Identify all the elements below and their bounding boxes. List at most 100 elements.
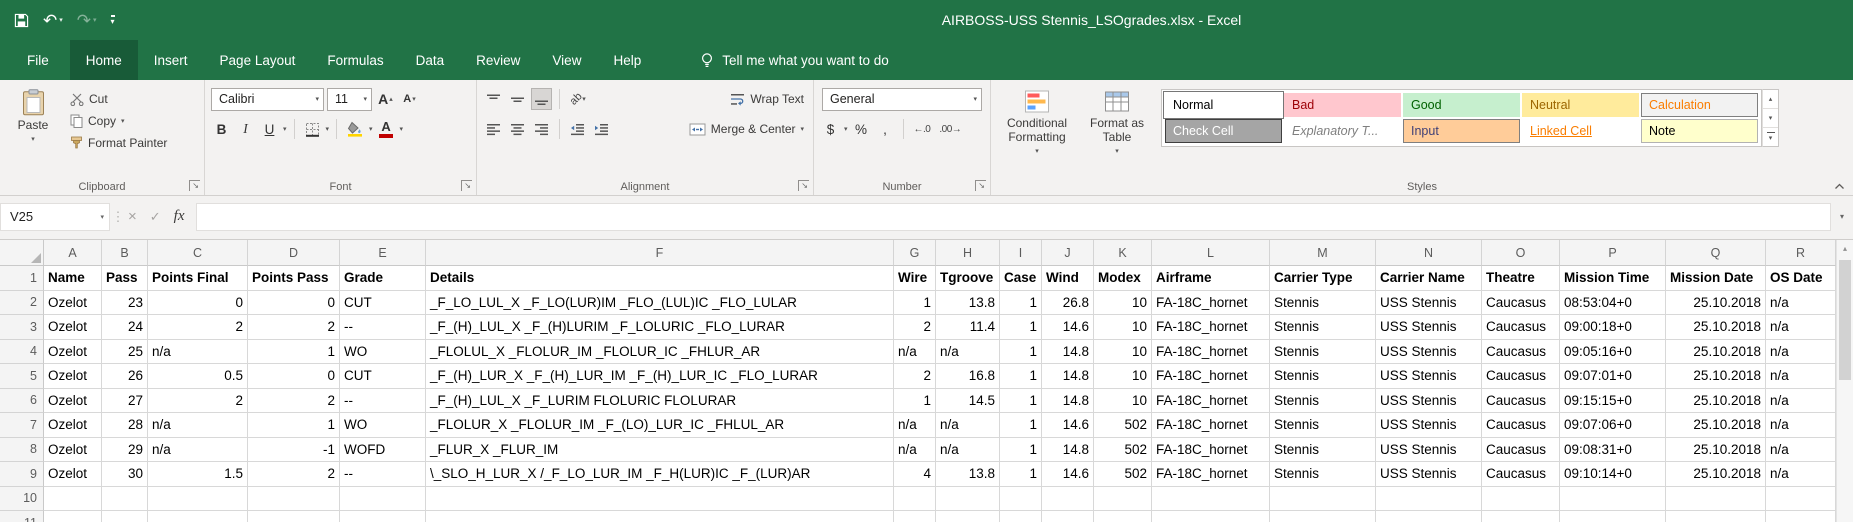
cell-B2[interactable]: 23 xyxy=(102,291,148,316)
cell-I7[interactable]: 1 xyxy=(1000,413,1042,438)
conditional-formatting-button[interactable]: Conditional Formatting ▾ xyxy=(997,84,1077,157)
cell-I3[interactable]: 1 xyxy=(1000,315,1042,340)
top-align-button[interactable] xyxy=(483,88,504,110)
cell-K5[interactable]: 10 xyxy=(1094,364,1152,389)
cell-H4[interactable]: n/a xyxy=(936,340,1000,365)
align-left-button[interactable] xyxy=(483,118,504,140)
cell-F4[interactable]: _FLOLUL_X _FLOLUR_IM _FLOLUR_IC _FHLUR_A… xyxy=(426,340,894,365)
cell-E11[interactable] xyxy=(340,511,426,522)
font-color-button[interactable]: A xyxy=(376,118,397,140)
cell-P10[interactable] xyxy=(1560,487,1666,512)
clipboard-dialog-launcher[interactable]: ↘ xyxy=(189,180,200,191)
cell-I1[interactable]: Case xyxy=(1000,266,1042,291)
cell-B4[interactable]: 25 xyxy=(102,340,148,365)
increase-decimal-button[interactable]: ←.0 xyxy=(911,118,934,140)
cell-P7[interactable]: 09:07:06+0 xyxy=(1560,413,1666,438)
cell-I6[interactable]: 1 xyxy=(1000,389,1042,414)
select-all-button[interactable] xyxy=(0,240,44,266)
cell-C11[interactable] xyxy=(148,511,248,522)
cell-D8[interactable]: -1 xyxy=(248,438,340,463)
cell-F10[interactable] xyxy=(426,487,894,512)
cell-A6[interactable]: Ozelot xyxy=(44,389,102,414)
cell-B1[interactable]: Pass xyxy=(102,266,148,291)
cell-style-linked-cell[interactable]: Linked Cell xyxy=(1522,119,1639,143)
underline-dropdown-arrow[interactable]: ▾ xyxy=(283,126,287,133)
cell-P4[interactable]: 09:05:16+0 xyxy=(1560,340,1666,365)
cell-K1[interactable]: Modex xyxy=(1094,266,1152,291)
cell-K7[interactable]: 502 xyxy=(1094,413,1152,438)
cell-G6[interactable]: 1 xyxy=(894,389,936,414)
cell-R4[interactable]: n/a xyxy=(1766,340,1836,365)
cell-F11[interactable] xyxy=(426,511,894,522)
cell-D1[interactable]: Points Pass xyxy=(248,266,340,291)
cell-Q9[interactable]: 25.10.2018 xyxy=(1666,462,1766,487)
tab-home[interactable]: Home xyxy=(70,40,138,80)
cell-M8[interactable]: Stennis xyxy=(1270,438,1376,463)
cell-L8[interactable]: FA-18C_hornet xyxy=(1152,438,1270,463)
cell-G7[interactable]: n/a xyxy=(894,413,936,438)
gallery-scroll-up-button[interactable]: ▴ xyxy=(1763,90,1778,108)
cell-B3[interactable]: 24 xyxy=(102,315,148,340)
cell-style-normal[interactable]: Normal xyxy=(1165,93,1282,117)
cell-K10[interactable] xyxy=(1094,487,1152,512)
cell-H1[interactable]: Tgroove xyxy=(936,266,1000,291)
cell-O7[interactable]: Caucasus xyxy=(1482,413,1560,438)
cell-F7[interactable]: _FLOLUR_X _FLOLUR_IM _F_(LO)_LUR_IC _FHL… xyxy=(426,413,894,438)
cell-J3[interactable]: 14.6 xyxy=(1042,315,1094,340)
gallery-scroll-down-button[interactable]: ▾ xyxy=(1763,108,1778,127)
cell-N4[interactable]: USS Stennis xyxy=(1376,340,1482,365)
cell-F8[interactable]: _FLUR_X _FLUR_IM xyxy=(426,438,894,463)
tab-tell-me-what-you-want-to-do[interactable]: Tell me what you want to do xyxy=(685,40,905,80)
row-header-7[interactable]: 7 xyxy=(0,413,44,438)
column-header-E[interactable]: E xyxy=(340,240,426,266)
column-header-F[interactable]: F xyxy=(426,240,894,266)
cell-R10[interactable] xyxy=(1766,487,1836,512)
cell-L6[interactable]: FA-18C_hornet xyxy=(1152,389,1270,414)
column-header-P[interactable]: P xyxy=(1560,240,1666,266)
cell-N8[interactable]: USS Stennis xyxy=(1376,438,1482,463)
cell-N1[interactable]: Carrier Name xyxy=(1376,266,1482,291)
save-button[interactable] xyxy=(14,13,29,28)
cell-A8[interactable]: Ozelot xyxy=(44,438,102,463)
font-size-select[interactable]: 11 ▾ xyxy=(327,88,372,111)
column-header-K[interactable]: K xyxy=(1094,240,1152,266)
cell-B8[interactable]: 29 xyxy=(102,438,148,463)
cell-N2[interactable]: USS Stennis xyxy=(1376,291,1482,316)
cell-C5[interactable]: 0.5 xyxy=(148,364,248,389)
cell-K6[interactable]: 10 xyxy=(1094,389,1152,414)
percent-style-button[interactable]: % xyxy=(851,118,872,140)
cell-E8[interactable]: WOFD xyxy=(340,438,426,463)
cell-E7[interactable]: WO xyxy=(340,413,426,438)
cell-C3[interactable]: 2 xyxy=(148,315,248,340)
cell-L10[interactable] xyxy=(1152,487,1270,512)
cell-P9[interactable]: 09:10:14+0 xyxy=(1560,462,1666,487)
borders-dropdown-arrow[interactable]: ▾ xyxy=(326,126,330,133)
cell-J9[interactable]: 14.6 xyxy=(1042,462,1094,487)
cell-D10[interactable] xyxy=(248,487,340,512)
tab-file[interactable]: File xyxy=(6,40,70,80)
cell-R5[interactable]: n/a xyxy=(1766,364,1836,389)
cell-N9[interactable]: USS Stennis xyxy=(1376,462,1482,487)
scroll-up-arrow[interactable]: ▴ xyxy=(1837,240,1853,256)
cell-Q3[interactable]: 25.10.2018 xyxy=(1666,315,1766,340)
cell-J1[interactable]: Wind xyxy=(1042,266,1094,291)
cell-E5[interactable]: CUT xyxy=(340,364,426,389)
column-header-N[interactable]: N xyxy=(1376,240,1482,266)
column-header-Q[interactable]: Q xyxy=(1666,240,1766,266)
cell-C8[interactable]: n/a xyxy=(148,438,248,463)
comma-style-button[interactable]: , xyxy=(875,118,896,140)
cell-N11[interactable] xyxy=(1376,511,1482,522)
cell-M11[interactable] xyxy=(1270,511,1376,522)
cell-C2[interactable]: 0 xyxy=(148,291,248,316)
cell-G3[interactable]: 2 xyxy=(894,315,936,340)
underline-button[interactable]: U xyxy=(259,118,280,140)
cell-H9[interactable]: 13.8 xyxy=(936,462,1000,487)
cell-C9[interactable]: 1.5 xyxy=(148,462,248,487)
cell-K11[interactable] xyxy=(1094,511,1152,522)
row-header-9[interactable]: 9 xyxy=(0,462,44,487)
cell-Q5[interactable]: 25.10.2018 xyxy=(1666,364,1766,389)
cell-M10[interactable] xyxy=(1270,487,1376,512)
cell-B6[interactable]: 27 xyxy=(102,389,148,414)
cell-M6[interactable]: Stennis xyxy=(1270,389,1376,414)
cell-N10[interactable] xyxy=(1376,487,1482,512)
